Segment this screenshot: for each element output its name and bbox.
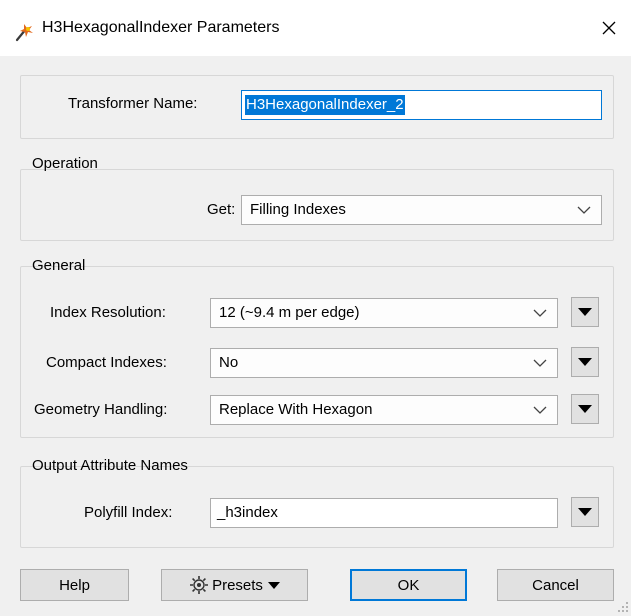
get-label: Get: [207, 201, 236, 218]
ok-button-label: OK [397, 576, 420, 594]
geometry-handling-menu-button[interactable] [571, 394, 599, 424]
transformer-name-value: H3HexagonalIndexer_2 [245, 95, 405, 115]
chevron-down-icon [577, 206, 591, 214]
close-button[interactable] [596, 14, 622, 42]
cancel-button-label: Cancel [532, 576, 579, 594]
fme-transformer-icon [15, 24, 33, 42]
polyfill-index-value: _h3index [217, 504, 278, 521]
presets-gear-icon [190, 576, 209, 594]
resize-grip-icon[interactable] [618, 602, 629, 613]
triangle-down-icon [578, 358, 592, 366]
compact-indexes-label: Compact Indexes: [46, 354, 167, 371]
operation-group-title: Operation [32, 155, 98, 172]
polyfill-index-menu-button[interactable] [571, 497, 599, 527]
geometry-handling-label: Geometry Handling: [34, 401, 168, 418]
presets-button[interactable]: Presets [161, 569, 308, 601]
general-group-title: General [32, 257, 86, 274]
help-button-label: Help [59, 576, 90, 594]
polyfill-index-label: Polyfill Index: [84, 504, 173, 521]
triangle-down-icon [267, 581, 280, 589]
window-title: H3HexagonalIndexer Parameters [42, 19, 280, 36]
title-bar: H3HexagonalIndexer Parameters [0, 0, 631, 56]
help-button[interactable]: Help [20, 569, 129, 601]
chevron-down-icon [533, 406, 547, 414]
get-select[interactable]: Filling Indexes [241, 195, 602, 225]
chevron-down-icon [533, 309, 547, 317]
close-icon [602, 21, 616, 35]
compact-indexes-value: No [219, 354, 239, 371]
get-select-value: Filling Indexes [250, 201, 346, 218]
transformer-name-label: Transformer Name: [68, 95, 198, 112]
presets-button-label: Presets [212, 576, 263, 594]
compact-indexes-select[interactable]: No [210, 348, 558, 378]
output-attributes-group-title: Output Attribute Names [32, 457, 188, 474]
transformer-name-input[interactable]: H3HexagonalIndexer_2 [241, 90, 602, 120]
triangle-down-icon [578, 308, 592, 316]
cancel-button[interactable]: Cancel [497, 569, 614, 601]
index-resolution-value: 12 (~9.4 m per edge) [219, 304, 360, 321]
triangle-down-icon [578, 405, 592, 413]
compact-indexes-menu-button[interactable] [571, 347, 599, 377]
index-resolution-menu-button[interactable] [571, 297, 599, 327]
triangle-down-icon [578, 508, 592, 516]
dialog-body: Transformer Name: H3HexagonalIndexer_2 O… [0, 56, 631, 616]
index-resolution-label: Index Resolution: [50, 304, 166, 321]
polyfill-index-input[interactable]: _h3index [210, 498, 558, 528]
geometry-handling-select[interactable]: Replace With Hexagon [210, 395, 558, 425]
chevron-down-icon [533, 359, 547, 367]
index-resolution-select[interactable]: 12 (~9.4 m per edge) [210, 298, 558, 328]
geometry-handling-value: Replace With Hexagon [219, 401, 373, 418]
ok-button[interactable]: OK [350, 569, 467, 601]
